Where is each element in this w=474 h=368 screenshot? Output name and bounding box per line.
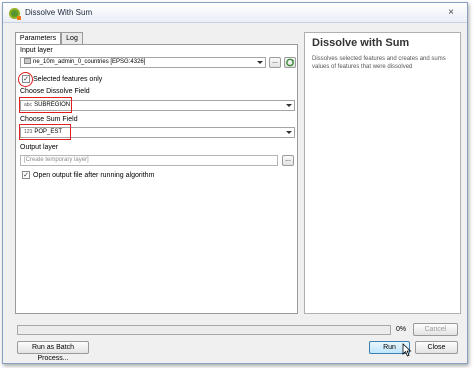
qgis-logo-icon — [9, 8, 21, 20]
cancel-button[interactable]: Cancel — [413, 323, 458, 336]
input-layer-label: Input layer — [20, 47, 53, 54]
title-bar: Dissolve With Sum × — [3, 3, 467, 23]
window-title: Dissolve With Sum — [25, 8, 93, 17]
dissolve-field-label: Choose Dissolve Field — [20, 88, 90, 95]
input-layer-browse-button[interactable]: ... — [269, 57, 281, 68]
help-description: Dissolves selected features and creates … — [312, 56, 446, 70]
input-layer-combo[interactable]: ne_10m_admin_0_countries [EPSG:4326] — [20, 57, 266, 68]
progress-bar — [17, 325, 391, 335]
mouse-cursor-icon — [402, 343, 412, 357]
output-layer-label: Output layer — [20, 144, 59, 151]
dissolve-field-highlight — [19, 97, 72, 113]
open-output-label: Open output file after running algorithm — [33, 172, 155, 179]
sum-field-label: Choose Sum Field — [20, 116, 78, 123]
sum-field-highlight — [19, 124, 71, 140]
chevron-down-icon — [286, 104, 292, 107]
tab-log[interactable]: Log — [61, 32, 83, 44]
open-output-checkbox[interactable]: ✓ — [22, 171, 30, 179]
selected-only-checkbox[interactable]: ✓ — [22, 75, 30, 83]
chevron-down-icon — [257, 61, 263, 64]
output-layer-browse-button[interactable]: ... — [282, 155, 294, 166]
progress-percent: 0% — [396, 326, 407, 333]
input-layer-value: ne_10m_admin_0_countries [EPSG:4326] — [33, 59, 146, 65]
iterate-icon — [286, 58, 294, 67]
dialog-window: Dissolve With Sum × Parameters Log Input… — [2, 2, 468, 364]
window-close-button[interactable]: × — [443, 6, 459, 20]
chevron-down-icon — [286, 131, 292, 134]
close-button[interactable]: Close — [415, 341, 458, 354]
iterate-button[interactable] — [284, 57, 296, 68]
selected-only-label: Selected features only — [33, 76, 103, 83]
polygon-layer-icon — [24, 58, 31, 65]
help-title: Dissolve with Sum — [312, 37, 410, 49]
output-layer-input[interactable]: [Create temporary layer] — [20, 155, 278, 166]
run-batch-button[interactable]: Run as Batch Process... — [17, 341, 89, 362]
help-panel: Dissolve with Sum Dissolves selected fea… — [304, 32, 461, 314]
parameters-panel: Input layer ne_10m_admin_0_countries [EP… — [15, 44, 298, 314]
